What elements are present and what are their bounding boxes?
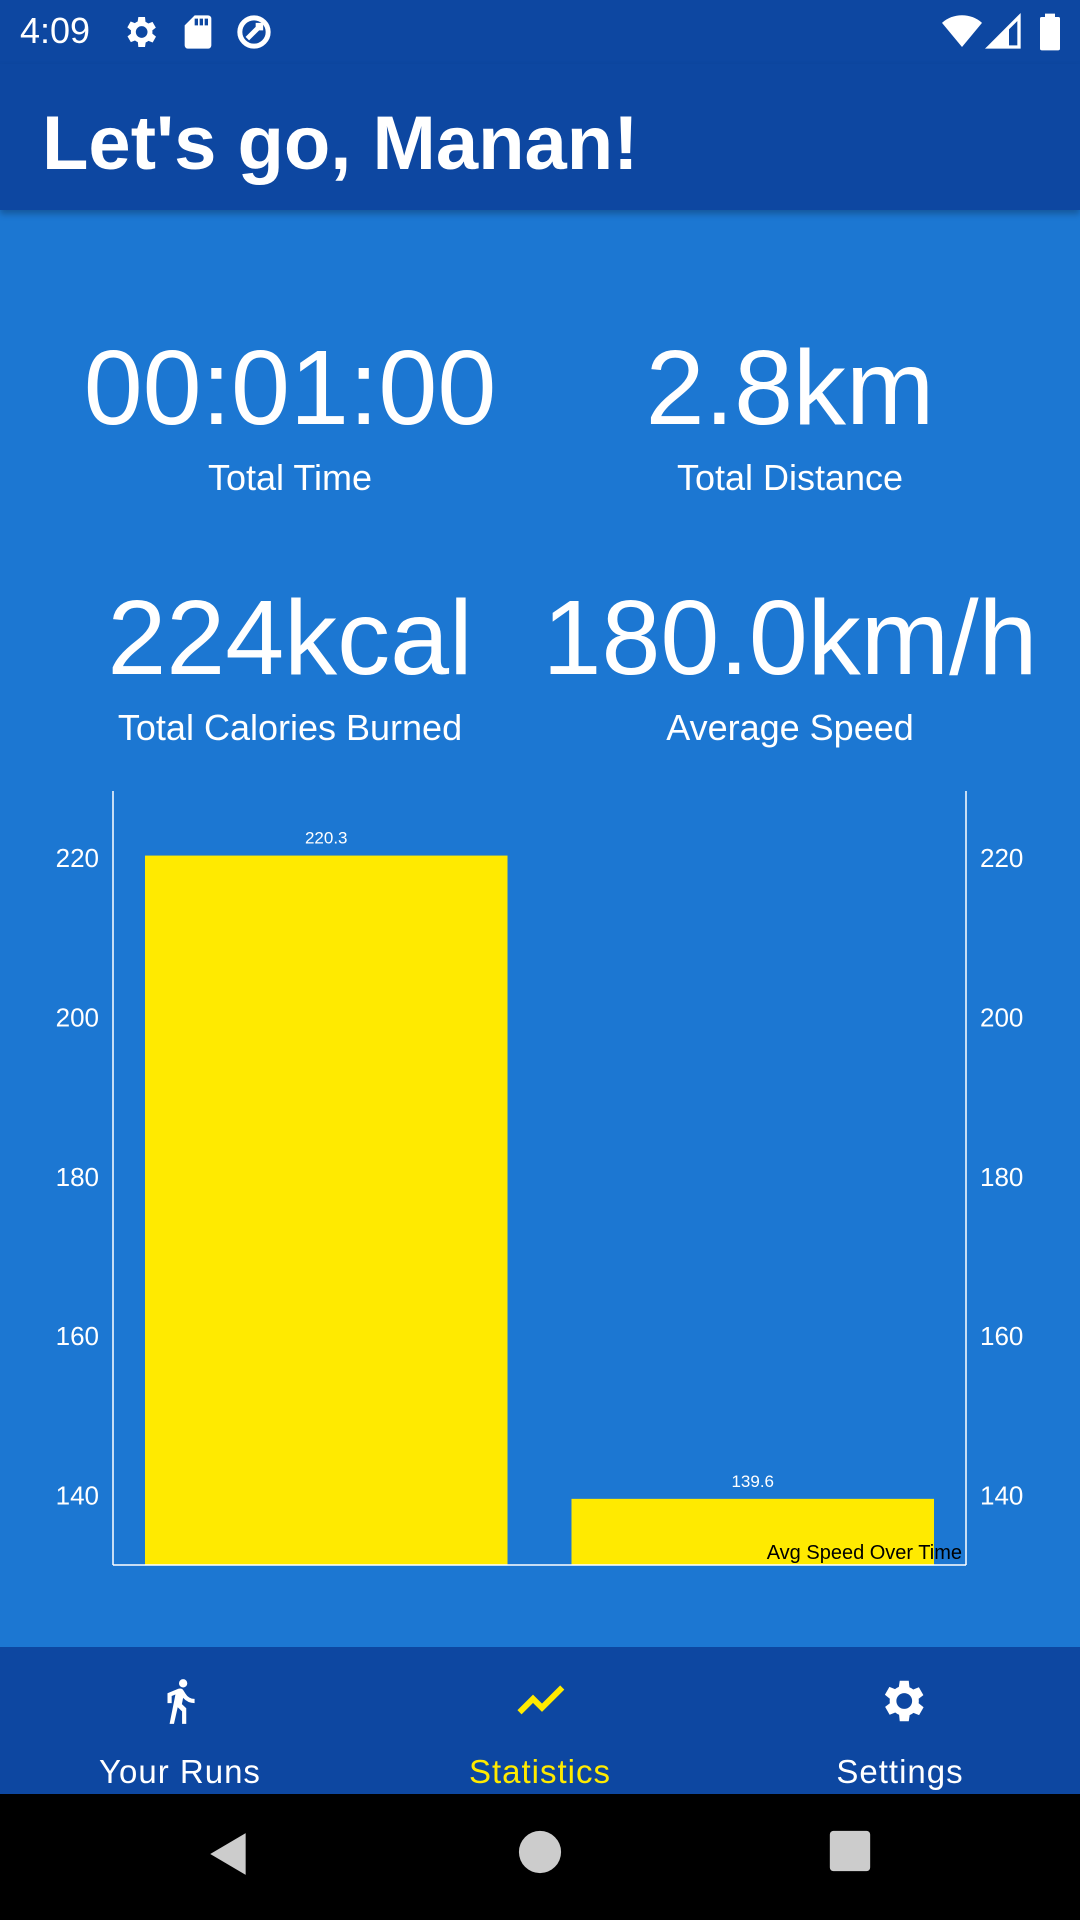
recents-square-icon[interactable] bbox=[828, 1829, 872, 1873]
total-time-stat: 00:01:00 Total Time bbox=[20, 335, 560, 499]
sd-card-icon bbox=[184, 15, 212, 49]
nav-label-statistics: Statistics bbox=[468, 1753, 612, 1790]
right-tick-label: 200 bbox=[980, 1002, 1023, 1032]
average-speed-stat: 180.0km/h Average Speed bbox=[520, 585, 1060, 749]
total-distance-value: 2.8km bbox=[645, 329, 935, 447]
status-time: 4:09 bbox=[20, 10, 91, 51]
bar-value-label: 220.3 bbox=[305, 829, 348, 848]
nav-label-settings: Settings bbox=[836, 1753, 964, 1790]
total-time-value: 00:01:00 bbox=[83, 329, 497, 447]
right-tick-label: 180 bbox=[980, 1162, 1023, 1192]
right-tick-label: 140 bbox=[980, 1481, 1023, 1511]
right-tick-label: 220 bbox=[980, 843, 1023, 873]
cell-signal-icon bbox=[984, 12, 1021, 49]
wifi-icon bbox=[942, 15, 982, 48]
chart-description-label: Avg Speed Over Time bbox=[767, 1542, 962, 1564]
nav-label-your-runs: Your Runs bbox=[99, 1753, 261, 1790]
sync-icon bbox=[237, 15, 271, 49]
app-bar: Let's go, Manan! bbox=[0, 64, 1080, 210]
total-calories-value: 224kcal bbox=[107, 579, 473, 697]
average-speed-label: Average Speed bbox=[666, 707, 914, 748]
left-tick-label: 180 bbox=[56, 1162, 99, 1192]
gear-icon bbox=[127, 17, 156, 47]
avg-speed-bar-chart[interactable]: 220.3 139.6 140 160 180 200 220 140 160 180 200 220… bbox=[0, 780, 1080, 1580]
right-tick-label: 160 bbox=[980, 1321, 1023, 1351]
system-navigation-bar bbox=[0, 1794, 1080, 1920]
trend-line-icon bbox=[517, 1685, 565, 1715]
left-tick-label: 200 bbox=[56, 1002, 99, 1032]
left-tick-label: 140 bbox=[56, 1481, 99, 1511]
total-calories-stat: 224kcal Total Calories Burned bbox=[20, 585, 560, 749]
left-tick-label: 220 bbox=[56, 843, 99, 873]
status-bar: 4:09 bbox=[0, 0, 1080, 64]
bar-value-label: 139.6 bbox=[731, 1472, 774, 1491]
total-calories-label: Total Calories Burned bbox=[117, 707, 463, 748]
run-icon bbox=[167, 1679, 195, 1724]
nav-item-settings[interactable]: Settings bbox=[720, 1647, 1080, 1794]
nav-item-statistics[interactable]: Statistics bbox=[360, 1647, 720, 1794]
home-circle-icon[interactable] bbox=[517, 1829, 563, 1875]
total-distance-label: Total Distance bbox=[676, 457, 904, 498]
left-tick-label: 160 bbox=[56, 1321, 99, 1351]
battery-icon bbox=[1040, 13, 1060, 51]
back-triangle-icon[interactable] bbox=[204, 1829, 254, 1879]
nav-item-your-runs[interactable]: Your Runs bbox=[0, 1647, 360, 1794]
gear-icon bbox=[884, 1680, 924, 1722]
average-speed-value: 180.0km/h bbox=[542, 579, 1038, 697]
total-time-label: Total Time bbox=[207, 457, 373, 498]
total-distance-stat: 2.8km Total Distance bbox=[520, 335, 1060, 499]
chart-bar bbox=[144, 855, 508, 1565]
page-title: Let's go, Manan! bbox=[42, 101, 639, 186]
bottom-navigation: Your Runs Statistics Settings bbox=[0, 1647, 1080, 1794]
